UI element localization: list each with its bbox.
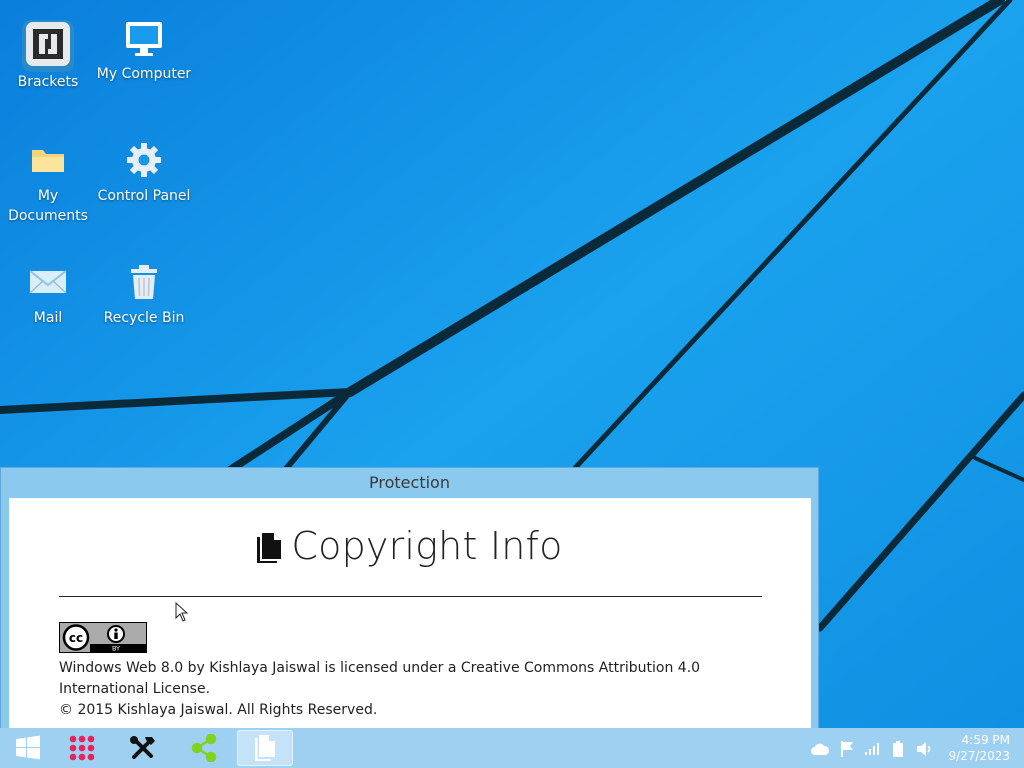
flag-tray-button[interactable] <box>838 740 856 758</box>
desktop-icon-label: My Documents <box>8 188 88 224</box>
heading-text: Copyright Info <box>291 524 563 568</box>
folder-icon <box>0 136 96 184</box>
clock-time: 4:59 PM <box>961 733 1010 747</box>
license-text: Windows Web 8.0 by Kishlaya Jaiswal is l… <box>59 658 769 721</box>
desktop-icon-label: Mail <box>33 310 63 326</box>
start-button[interactable] <box>0 730 56 766</box>
divider <box>59 596 762 597</box>
cloud-tray-button[interactable] <box>811 740 829 758</box>
window-body: Copyright Info cc BY Windows Web 8.0 by … <box>9 498 811 734</box>
desktop-icon-brackets[interactable]: Brackets <box>0 20 96 92</box>
apps-button[interactable] <box>54 730 110 766</box>
desktop-icon-my-computer[interactable]: My Computer <box>96 14 192 84</box>
mouse-cursor-icon <box>175 602 189 622</box>
signal-tray-button[interactable] <box>863 740 881 758</box>
desktop-icon-control-panel[interactable]: Control Panel <box>96 136 192 206</box>
protection-window[interactable]: Protection Copyright Info cc BY Windows … <box>0 467 819 734</box>
mail-icon <box>0 258 96 306</box>
by-badge-text: BY <box>112 645 120 653</box>
clock-date: 9/27/2023 <box>948 749 1010 763</box>
gear-icon <box>96 136 192 184</box>
desktop-icon-my-documents[interactable]: My Documents <box>0 136 96 226</box>
desktop-icon-label: Brackets <box>17 74 79 90</box>
desktop-icon-recycle-bin[interactable]: Recycle Bin <box>96 258 192 328</box>
tools-icon <box>130 736 155 759</box>
cloud-icon <box>811 743 829 755</box>
brackets-app-icon <box>0 20 96 72</box>
taskbar: 4:59 PM 9/27/2023 <box>0 728 1024 768</box>
windows-start-icon <box>16 735 40 760</box>
taskbar-clock[interactable]: 4:59 PM 9/27/2023 <box>930 732 1010 764</box>
battery-tray-button[interactable] <box>889 740 907 758</box>
document-icon <box>257 528 282 572</box>
monitor-icon <box>96 14 192 62</box>
license-line: Windows Web 8.0 by Kishlaya Jaiswal is l… <box>59 660 701 697</box>
tools-button[interactable] <box>115 730 171 766</box>
signal-icon <box>865 743 879 755</box>
battery-icon <box>893 741 903 757</box>
desktop-icon-label: Control Panel <box>97 188 191 204</box>
share-button[interactable] <box>176 730 232 766</box>
flag-icon <box>841 741 853 757</box>
copyright-heading: Copyright Info <box>9 524 811 572</box>
copyright-line: © 2015 Kishlaya Jaiswal. All Rights Rese… <box>59 702 378 718</box>
document-icon <box>255 735 275 761</box>
window-title[interactable]: Protection <box>1 468 818 498</box>
desktop-icon-mail[interactable]: Mail <box>0 258 96 328</box>
protection-window-button[interactable] <box>237 730 293 766</box>
desktop-icon-label: Recycle Bin <box>103 310 185 326</box>
desktop-icon-label: My Computer <box>96 66 192 82</box>
cc-by-license-badge[interactable]: cc BY <box>59 622 147 653</box>
apps-grid-icon <box>69 735 95 761</box>
trash-icon <box>96 258 192 306</box>
share-icon <box>191 734 217 762</box>
cc-badge-text: cc <box>69 631 83 645</box>
